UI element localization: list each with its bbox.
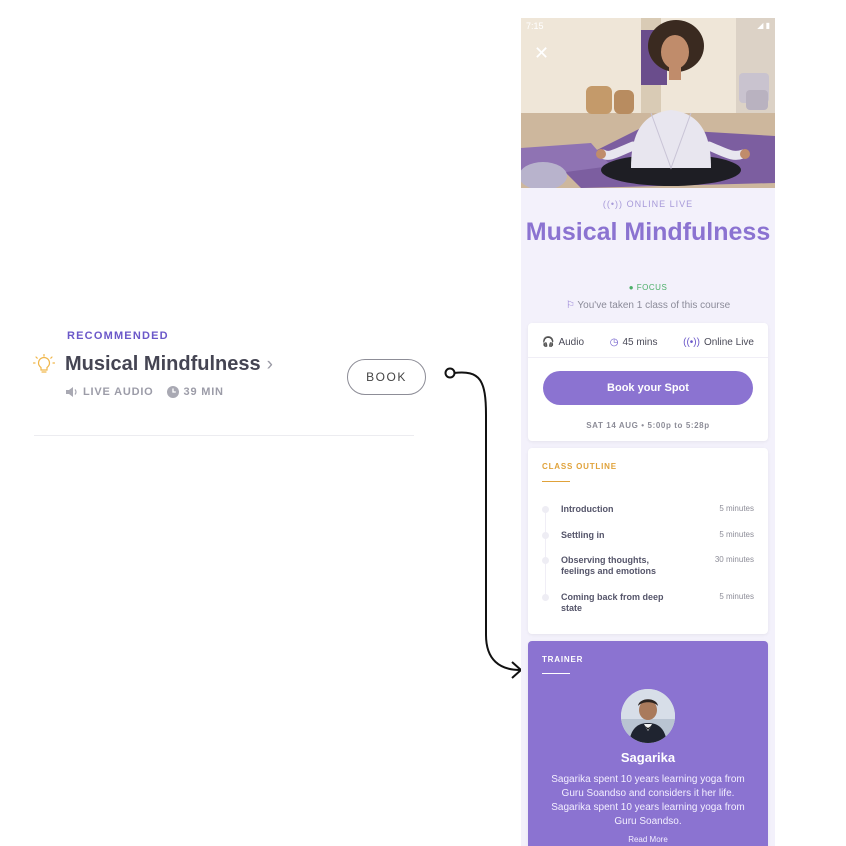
book-button[interactable]: BOOK bbox=[347, 359, 426, 395]
divider bbox=[34, 435, 414, 436]
feature-row: 🎧 Audio ◷ 45 mins ((•)) Online Live bbox=[528, 337, 768, 348]
headphones-icon: 🎧 bbox=[542, 337, 555, 348]
class-title-row[interactable]: Musical Mindfulness › bbox=[65, 353, 273, 376]
timeline-dot bbox=[542, 506, 549, 513]
close-icon[interactable]: ✕ bbox=[534, 44, 549, 62]
status-icons: ◢ ▮ bbox=[757, 21, 770, 30]
outline-item-name: Coming back from deep state bbox=[561, 592, 664, 613]
category-badge: ● FOCUS bbox=[628, 283, 668, 292]
class-outline-card: CLASS OUTLINE Introduction 5 minutes Set… bbox=[528, 448, 768, 634]
outline-item-name: Observing thoughts, feelings and emotion… bbox=[561, 555, 657, 576]
online-live-label: ((•)) ONLINE LIVE bbox=[602, 199, 694, 209]
trainer-bio: Sagarika spent 10 years learning yoga fr… bbox=[551, 774, 745, 827]
hero-image: 7:15 ◢ ▮ ✕ bbox=[521, 18, 775, 188]
broadcast-icon: ((•)) bbox=[602, 199, 624, 209]
recommended-label: RECOMMENDED bbox=[67, 330, 169, 342]
outline-item: Introduction 5 minutes bbox=[542, 504, 754, 515]
book-spot-button[interactable]: Book your Spot bbox=[543, 371, 753, 405]
outline-item-duration: 5 minutes bbox=[719, 592, 754, 601]
timeline-dot bbox=[542, 557, 549, 564]
outline-item-duration: 5 minutes bbox=[719, 530, 754, 539]
booking-card: 🎧 Audio ◷ 45 mins ((•)) Online Live Book… bbox=[528, 323, 768, 441]
outline-item-duration: 5 minutes bbox=[719, 504, 754, 513]
clock-icon: ◷ bbox=[609, 337, 619, 348]
class-outline-heading: CLASS OUTLINE bbox=[542, 462, 617, 471]
outline-item: Observing thoughts, feelings and emotion… bbox=[542, 555, 754, 577]
avatar bbox=[621, 689, 675, 743]
outline-item-duration: 30 minutes bbox=[714, 555, 754, 564]
course-progress-note: ⚐ You've taken 1 class of this course bbox=[565, 300, 731, 311]
outline-item: Coming back from deep state 5 minutes bbox=[542, 592, 754, 614]
class-detail-screen: 7:15 ◢ ▮ ✕ ((•)) ONLINE LIVE Musical Min… bbox=[521, 18, 775, 846]
outline-item-name: Settling in bbox=[561, 530, 605, 540]
chevron-right-icon[interactable]: › bbox=[267, 355, 273, 374]
heading-underline bbox=[542, 673, 570, 674]
outline-item-name: Introduction bbox=[561, 504, 614, 514]
trainer-name: Sagarika bbox=[620, 750, 676, 765]
feature-format: 🎧 Audio bbox=[542, 337, 585, 348]
trainer-heading: TRAINER bbox=[542, 655, 584, 664]
class-meta: LIVE AUDIO 39 MIN bbox=[65, 385, 224, 399]
read-more-link[interactable]: Read More bbox=[528, 835, 768, 844]
feature-duration: ◷ 45 mins bbox=[609, 337, 658, 348]
feature-mode: ((•)) Online Live bbox=[683, 337, 754, 348]
feature-divider bbox=[528, 357, 768, 358]
heading-underline bbox=[542, 481, 570, 482]
flag-icon: ⚐ bbox=[565, 300, 575, 311]
connector-arrow bbox=[444, 367, 523, 679]
broadcast-icon: ((•)) bbox=[683, 337, 700, 348]
timeline-dot bbox=[542, 532, 549, 539]
speaker-icon bbox=[66, 387, 77, 397]
class-title[interactable]: Musical Mindfulness bbox=[65, 353, 261, 376]
bulb-icon bbox=[33, 354, 55, 373]
duration-label: 39 MIN bbox=[183, 386, 224, 398]
timeline-dot bbox=[542, 594, 549, 601]
trainer-card: TRAINER Sagarika Sagarika spent 10 years… bbox=[528, 641, 768, 846]
outline-item: Settling in 5 minutes bbox=[542, 530, 754, 541]
status-dot-icon: ● bbox=[628, 283, 635, 292]
detail-title: Musical Mindfulness bbox=[525, 218, 771, 246]
status-time: 7:15 bbox=[526, 21, 544, 31]
outline-timeline bbox=[545, 510, 546, 598]
class-date-time: SAT 14 AUG • 5:00p to 5:28p bbox=[586, 421, 710, 430]
format-label: LIVE AUDIO bbox=[83, 386, 154, 398]
clock-icon bbox=[166, 386, 179, 398]
